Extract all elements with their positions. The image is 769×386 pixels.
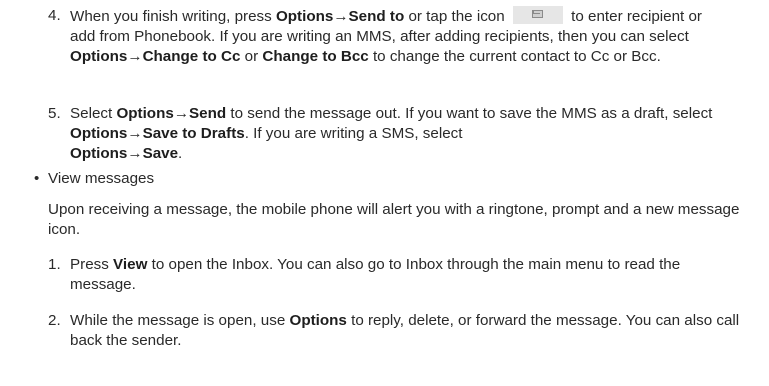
step-number: 1. [48,256,61,273]
step-1: 1. Press View to open the Inbox. You can… [0,255,769,295]
envelope-icon [512,6,563,24]
step-2: 2. While the message is open, use Option… [0,311,769,351]
arrow: → [127,48,143,65]
text: or [240,48,263,65]
menu-term: Send [189,105,227,122]
step-number: 4. [48,7,61,24]
menu-term: Options [70,48,128,65]
step-number: 5. [48,105,61,122]
menu-term: Send to [348,8,405,25]
bullet: • [34,170,40,187]
step-4-text: When you finish writing, press Options→S… [0,6,769,67]
step-5-text: Select Options→Send to send the message … [0,104,769,164]
step-number: 2. [48,312,61,329]
text: . If you are writing a SMS, select [244,125,463,142]
text: to change the current contact to Cc or B… [368,48,661,65]
arrow: → [173,105,189,122]
menu-term: Options [289,312,347,329]
view-messages-intro: Upon receiving a message, the mobile pho… [48,201,740,238]
menu-term: Change to Bcc [262,48,369,65]
menu-term: Options [70,125,128,142]
text: Select [70,105,117,122]
menu-term: Options [275,8,334,25]
arrow: → [333,8,349,25]
menu-term: Save to Drafts [142,125,245,142]
text: or tap the icon [404,8,509,25]
menu-term: Save [142,145,179,162]
step-2-text: While the message is open, use Options t… [0,311,769,351]
menu-term: Options [70,145,128,162]
text: Press [70,256,114,273]
text: . [178,145,183,162]
step-1-text: Press View to open the Inbox. You can al… [0,255,769,295]
text: to send the message out. If you want to … [226,105,713,122]
menu-term: Options [116,105,174,122]
text: While the message is open, use [70,312,290,329]
text: When you finish writing, press [70,8,276,25]
arrow: → [127,125,143,142]
view-messages-item: • View messages [0,169,769,189]
menu-term: View [113,256,148,273]
menu-term: Change to Cc [142,48,241,65]
view-messages-intro-block: Upon receiving a message, the mobile pho… [0,200,769,240]
step-5: 5. Select Options→Send to send the messa… [0,104,769,164]
step-4: 4. When you finish writing, press Option… [0,6,769,67]
text: to open the Inbox. You can also go to In… [70,256,681,293]
arrow: → [127,145,143,162]
view-messages-heading: View messages [48,170,155,187]
